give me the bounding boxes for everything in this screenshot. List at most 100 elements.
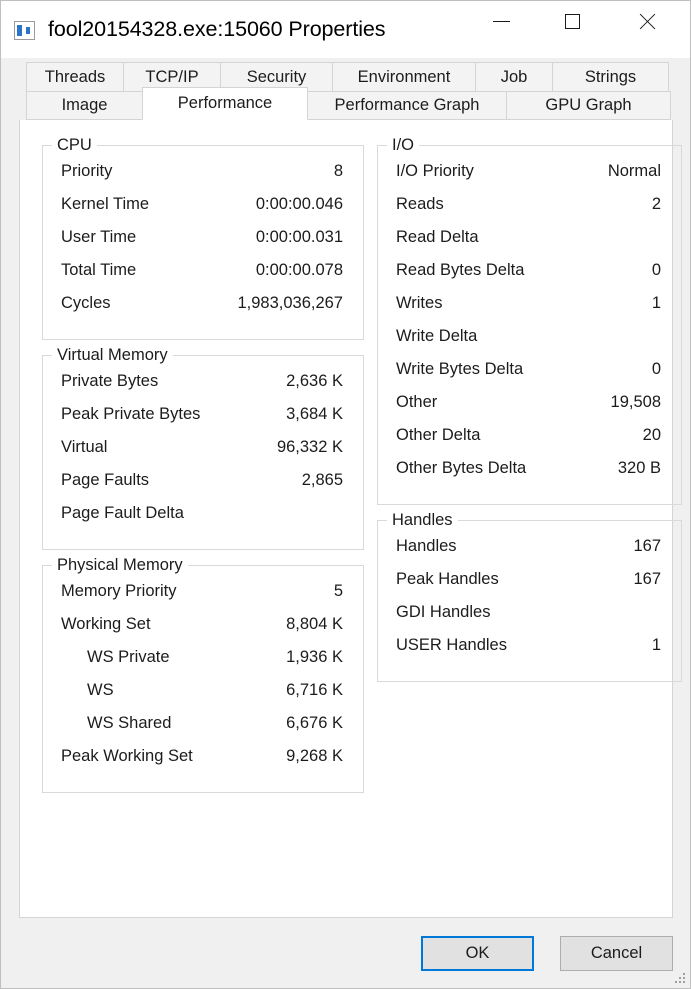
metric-row: Peak Working Set 9,268 K <box>61 747 345 780</box>
performance-columns: CPU Priority 8 Kernel Time 0:00:00.046 User … <box>20 120 682 793</box>
metric-row: Peak Private Bytes 3,684 K <box>61 405 345 438</box>
metric-label: Page Faults <box>61 471 150 489</box>
group-cpu: CPU Priority 8 Kernel Time 0:00:00.046 User … <box>42 136 364 340</box>
tab-job[interactable]: Job <box>475 62 553 91</box>
metric-value: 19,508 <box>610 393 661 411</box>
metric-row: Private Bytes 2,636 K <box>61 372 345 405</box>
metric-value: 5 <box>333 582 343 600</box>
metric-row: Handles 167 <box>396 537 663 570</box>
tab-label: Job <box>500 67 528 86</box>
metric-value: 1 <box>651 636 661 654</box>
metric-row: Memory Priority 5 <box>61 582 345 615</box>
metric-label: Other Delta <box>396 426 481 444</box>
metric-label: Priority <box>61 162 113 180</box>
title-bar: fool20154328.exe:15060 Properties <box>1 1 690 58</box>
metric-label: WS Shared <box>87 714 172 732</box>
tab-performance[interactable]: Performance <box>142 87 308 120</box>
metric-row: USER Handles 1 <box>396 636 663 669</box>
metric-label: Working Set <box>61 615 151 633</box>
metric-label: Reads <box>396 195 444 213</box>
metric-value: 9,268 K <box>286 747 343 765</box>
metric-value: 20 <box>642 426 661 444</box>
tab-gpu-graph[interactable]: GPU Graph <box>506 91 671 120</box>
tab-label: Image <box>61 96 108 114</box>
grip-dot <box>683 981 685 983</box>
metric-value: 1 <box>651 294 661 312</box>
grip-dot <box>679 981 681 983</box>
metric-row: Page Faults 2,865 <box>61 471 345 504</box>
metric-value: 1,936 K <box>286 648 343 666</box>
metric-value: 6,716 K <box>286 681 343 699</box>
metric-label: Other <box>396 393 438 411</box>
tab-strip: Threads TCP/IP Security Environment Job Strin… <box>1 58 690 120</box>
tab-image[interactable]: Image <box>26 91 143 120</box>
group-title-physical-memory: Physical Memory <box>52 556 188 575</box>
metric-value: 2 <box>651 195 661 213</box>
tab-row-lower: Image Performance Performance Graph GPU Gra… <box>26 87 673 120</box>
minimize-button[interactable] <box>470 1 532 41</box>
metric-value: 0 <box>651 360 661 378</box>
tab-label: Strings <box>584 67 637 86</box>
metric-label: Total Time <box>61 261 137 279</box>
tab-label: Performance <box>177 94 273 112</box>
metric-row: Write Bytes Delta 0 <box>396 360 663 393</box>
tab-row-upper: Threads TCP/IP Security Environment Job Strin… <box>26 62 673 91</box>
metric-row: Cycles 1,983,036,267 <box>61 294 345 327</box>
group-virtual-memory: Virtual Memory Private Bytes 2,636 K Peak … <box>42 346 364 550</box>
metric-row: Priority 8 <box>61 162 345 195</box>
metric-row: Other Bytes Delta 320 B <box>396 459 663 492</box>
metric-label: Write Bytes Delta <box>396 360 524 378</box>
performance-tab-page: CPU Priority 8 Kernel Time 0:00:00.046 User … <box>19 120 682 918</box>
metric-row: Page Fault Delta <box>61 504 345 537</box>
metric-label: Kernel Time <box>61 195 150 213</box>
metric-row: Read Delta <box>396 228 663 261</box>
tab-label: TCP/IP <box>145 67 199 86</box>
metric-row: Write Delta <box>396 327 663 360</box>
cpu-rows: Priority 8 Kernel Time 0:00:00.046 User Time… <box>61 162 345 327</box>
metric-label: Peak Working Set <box>61 747 193 765</box>
metric-row: WS Private 1,936 K <box>61 648 345 681</box>
metric-row: Other Delta 20 <box>396 426 663 459</box>
group-io: I/O I/O Priority Normal Reads 2 Read Delta Re… <box>377 136 682 505</box>
properties-window-icon <box>14 20 35 40</box>
metric-label: GDI Handles <box>396 603 491 621</box>
physical-memory-rows: Memory Priority 5 Working Set 8,804 K WS Pri… <box>61 582 345 780</box>
resize-grip[interactable] <box>673 971 687 985</box>
maximize-button[interactable] <box>541 1 603 41</box>
minimize-icon <box>492 20 510 22</box>
tab-threads[interactable]: Threads <box>26 62 124 91</box>
grip-dot <box>683 977 685 979</box>
metric-label: Read Bytes Delta <box>396 261 525 279</box>
metric-row: Virtual 96,332 K <box>61 438 345 471</box>
tab-label: Environment <box>357 67 451 86</box>
left-column: CPU Priority 8 Kernel Time 0:00:00.046 User … <box>42 136 364 793</box>
grip-dot <box>683 973 685 975</box>
ok-button[interactable]: OK <box>421 935 534 971</box>
tab-performance-graph[interactable]: Performance Graph <box>307 91 507 120</box>
metric-value: 6,676 K <box>286 714 343 732</box>
maximize-icon <box>564 13 580 29</box>
metric-row: Writes 1 <box>396 294 663 327</box>
tab-strings[interactable]: Strings <box>552 62 669 91</box>
metric-label: Private Bytes <box>61 372 159 390</box>
close-icon <box>638 12 657 31</box>
metric-label: Writes <box>396 294 443 312</box>
tab-environment[interactable]: Environment <box>332 62 476 91</box>
metric-label: User Time <box>61 228 137 246</box>
close-button[interactable] <box>616 1 678 41</box>
metric-row: GDI Handles <box>396 603 663 636</box>
metric-value: 0:00:00.078 <box>255 261 343 279</box>
cancel-button[interactable]: Cancel <box>560 935 673 971</box>
metric-label: Read Delta <box>396 228 479 246</box>
dialog-button-bar: OK Cancel <box>1 918 690 988</box>
metric-label: USER Handles <box>396 636 507 654</box>
io-rows: I/O Priority Normal Reads 2 Read Delta Read B… <box>396 162 663 492</box>
metric-value: 0 <box>651 261 661 279</box>
metric-label: Cycles <box>61 294 111 312</box>
metric-label: I/O Priority <box>396 162 474 180</box>
metric-value: 3,684 K <box>286 405 343 423</box>
metric-label: Memory Priority <box>61 582 177 600</box>
properties-dialog: fool20154328.exe:15060 Properties Thread… <box>0 0 691 989</box>
metric-row: Reads 2 <box>396 195 663 228</box>
virtual-memory-rows: Private Bytes 2,636 K Peak Private Bytes 3,… <box>61 372 345 537</box>
